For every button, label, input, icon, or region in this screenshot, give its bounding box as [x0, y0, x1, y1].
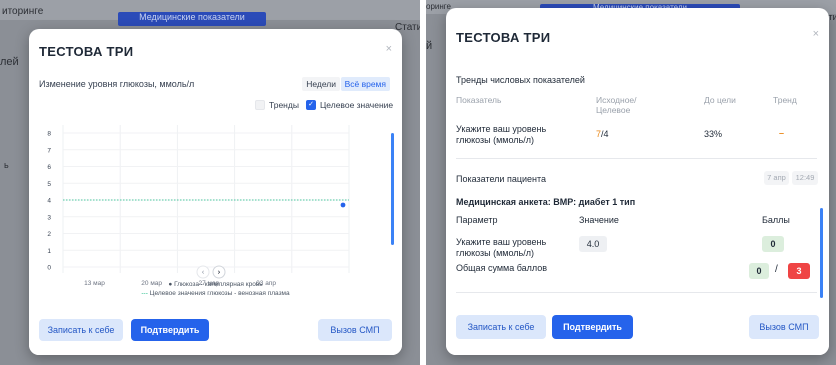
y-tick-label: 0 — [47, 265, 51, 272]
modal-footer: Записать к себе Подтвердить Вызов СМП — [29, 307, 402, 355]
confirm-button[interactable]: Подтвердить — [131, 319, 209, 341]
bg-side-text: ь — [4, 160, 9, 170]
glucose-data-point — [340, 202, 346, 208]
save-to-self-button[interactable]: Записать к себе — [39, 319, 123, 341]
confirm-button[interactable]: Подтвердить — [552, 315, 633, 339]
param-row-label: Укажите ваш уровень глюкозы (ммоль/л) — [456, 237, 546, 259]
checkbox-target-label: Целевое значение — [320, 99, 394, 110]
legend-capillary: ● Глюкоза - капиллярная кровь — [29, 281, 402, 288]
trend-row-initial-target: 7/4 — [596, 129, 609, 139]
legend-target-label: Целевое значения глюкозы - венозная плаз… — [149, 290, 290, 297]
checkbox-target[interactable]: ✓ Целевое значение — [306, 99, 393, 111]
total-score-slash: / — [775, 264, 778, 275]
trend-row-trend: – — [779, 128, 785, 138]
segment-all-time[interactable]: Всё время — [340, 77, 390, 91]
col-param-header: Параметр — [456, 215, 498, 225]
total-score-value: 0 — [749, 263, 769, 279]
time-chip: 12:49 — [792, 171, 818, 185]
col-trend-header: Тренд — [773, 95, 797, 105]
legend-capillary-label: Глюкоза - капиллярная кровь — [174, 281, 263, 288]
checkbox-trends-label: Тренды — [269, 99, 299, 110]
y-tick-label: 1 — [47, 248, 51, 255]
segment-weeks[interactable]: Недели — [302, 77, 340, 91]
y-tick-label: 4 — [47, 198, 51, 205]
bg-side-text: й — [426, 40, 433, 52]
trends-section-title: Тренды числовых показателей — [456, 75, 585, 85]
section-divider — [456, 158, 817, 159]
patient-modal: ТЕСТОВА ТРИ × Тренды числовых показателе… — [446, 8, 829, 355]
y-tick-label: 7 — [47, 147, 51, 154]
questionnaire-title: Медицинская анкета: ВМР: диабет 1 тип — [456, 197, 636, 207]
col-to-goal-header: До цели — [704, 95, 736, 105]
col-score-header: Баллы — [762, 215, 790, 225]
call-ambulance-button[interactable]: Вызов СМП — [318, 319, 392, 341]
chart-title: Изменение уровня глюкозы, ммоль/л — [39, 79, 195, 89]
y-tick-label: 3 — [47, 214, 51, 221]
right-screenshot: оринге Медицинские показатели Стати й ТЕ… — [426, 0, 836, 365]
param-label-line1: Укажите ваш уровень — [456, 237, 547, 247]
trend-row-label-line1: Укажите ваш уровень — [456, 124, 547, 134]
col-indicator-header: Показатель — [456, 95, 502, 105]
target-value: 4 — [603, 129, 609, 139]
y-tick-label: 2 — [47, 231, 51, 238]
close-icon[interactable]: × — [813, 28, 819, 40]
bg-tab-medical[interactable]: Медицинские показатели — [118, 12, 266, 26]
col-initial-header: Исходное/ Целевое — [596, 95, 637, 115]
param-score: 0 — [762, 236, 784, 252]
legend-target: --- Целевое значения глюкозы - венозная … — [29, 290, 402, 297]
y-tick-label: 8 — [47, 131, 51, 138]
col-initial-line1: Исходное/ — [596, 95, 637, 105]
modal-footer: Записать к себе Подтвердить Вызов СМП — [446, 303, 829, 355]
glucose-chart: 01234567813 мар 20 мар 27 мар 03 апр‹ › — [47, 125, 350, 287]
total-score-max: 3 — [788, 263, 810, 279]
param-label-line2: глюкозы (ммоль/л) — [456, 248, 534, 258]
total-score-label: Общая сумма баллов — [456, 263, 548, 273]
legend-dot-icon: ● — [168, 281, 173, 288]
bg-nav-text: иторинге — [2, 6, 44, 17]
trend-row-label-line2: глюкозы (ммоль/л) — [456, 135, 534, 145]
legend-dash-icon: --- — [141, 290, 148, 297]
param-value: 4.0 — [579, 236, 607, 252]
modal-scrollbar[interactable] — [820, 208, 823, 298]
left-screenshot: иторинге Медицинские показатели Стати ле… — [0, 0, 420, 365]
nav-next-icon: › — [217, 268, 220, 277]
trend-row-indicator: Укажите ваш уровень глюкозы (ммоль/л) — [456, 124, 546, 146]
checkbox-trends[interactable]: Тренды — [255, 99, 299, 111]
y-tick-label: 6 — [47, 164, 51, 171]
bg-side-text: лей — [0, 56, 19, 68]
call-ambulance-button[interactable]: Вызов СМП — [749, 315, 819, 339]
checkbox-checked-icon[interactable]: ✓ — [306, 99, 316, 110]
section-divider — [456, 292, 817, 293]
bg-nav-text: оринге — [426, 2, 451, 11]
modal-title: ТЕСТОВА ТРИ — [456, 30, 551, 45]
modal-title: ТЕСТОВА ТРИ — [39, 44, 134, 59]
nav-prev-icon: ‹ — [201, 268, 204, 277]
col-value-header: Значение — [579, 215, 619, 225]
close-icon[interactable]: × — [386, 43, 392, 55]
y-tick-label: 5 — [47, 181, 51, 188]
date-chip: 7 апр — [764, 171, 789, 185]
patient-modal: ТЕСТОВА ТРИ × Изменение уровня глюкозы, … — [29, 29, 402, 355]
checkbox-unchecked-icon[interactable] — [255, 99, 265, 110]
trend-row-to-goal: 33% — [704, 129, 723, 139]
modal-scrollbar[interactable] — [391, 133, 394, 245]
col-initial-line2: Целевое — [596, 105, 631, 115]
patient-section-title: Показатели пациента — [456, 174, 547, 184]
save-to-self-button[interactable]: Записать к себе — [456, 315, 546, 339]
